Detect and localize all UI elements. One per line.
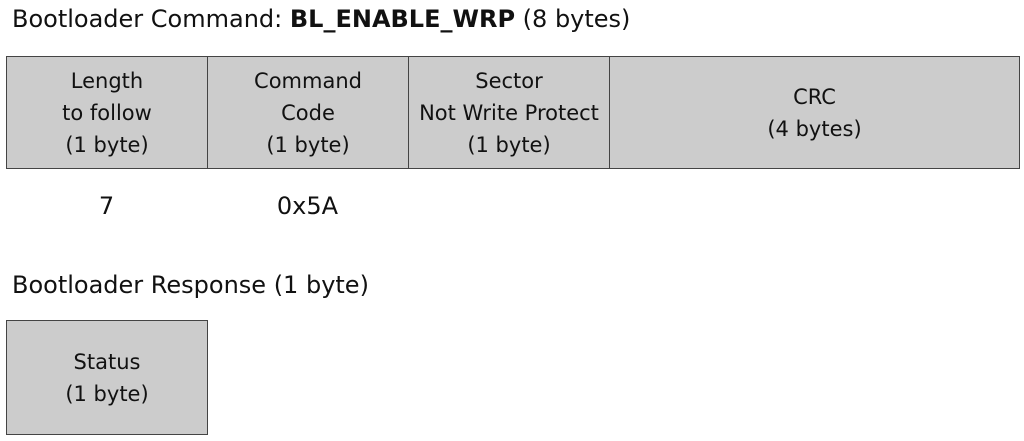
- command-packet: Length to follow (1 byte) Command Code (…: [6, 56, 1020, 169]
- value-length-to-follow: 7: [98, 192, 115, 220]
- field-command-code: Command Code (1 byte): [208, 57, 409, 168]
- field-label-line: Command: [254, 68, 362, 93]
- field-label-line: Not Write Protect: [419, 100, 599, 125]
- command-title-prefix: Bootloader Command:: [12, 5, 290, 33]
- field-label-line: to follow: [62, 100, 152, 125]
- value-command-code: 0x5A: [276, 192, 339, 220]
- field-label-line: CRC: [793, 84, 836, 109]
- field-size: (1 byte): [65, 381, 149, 406]
- field-sector-not-write-protect: Sector Not Write Protect (1 byte): [409, 57, 610, 168]
- field-label-line: Code: [281, 100, 335, 125]
- field-size: (1 byte): [467, 132, 551, 157]
- field-size: (1 byte): [266, 132, 350, 157]
- field-size: (4 bytes): [767, 116, 862, 141]
- field-length-to-follow: Length to follow (1 byte): [7, 57, 208, 168]
- field-label-line: Sector: [475, 68, 543, 93]
- command-size: (8 bytes): [515, 5, 631, 33]
- field-crc: CRC (4 bytes): [610, 57, 1019, 168]
- command-title: Bootloader Command: BL_ENABLE_WRP (8 byt…: [12, 2, 630, 36]
- command-name: BL_ENABLE_WRP: [289, 5, 516, 33]
- field-status: Status (1 byte): [6, 320, 208, 435]
- field-label-line: Length: [70, 68, 144, 93]
- field-size: (1 byte): [65, 132, 149, 157]
- response-title: Bootloader Response (1 byte): [12, 271, 369, 299]
- field-label-line: Status: [73, 349, 141, 374]
